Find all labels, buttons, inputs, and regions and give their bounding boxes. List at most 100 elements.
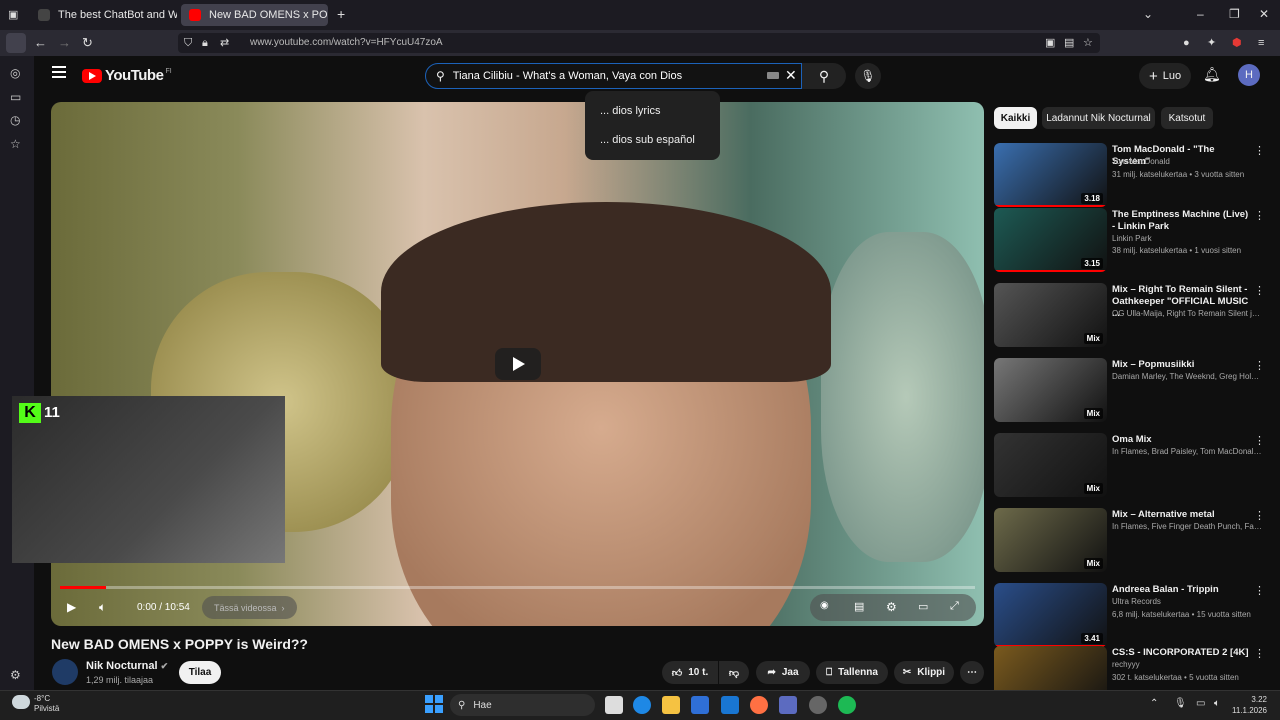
clear-search-icon[interactable]: ✕ (785, 67, 797, 84)
taskbar-clock[interactable]: 3.22 11.1.2026 (1232, 694, 1267, 716)
file-explorer-icon[interactable] (662, 696, 680, 714)
voice-search-button[interactable]: 🎙︎ (855, 63, 881, 89)
minimize-icon[interactable]: – (1197, 7, 1204, 21)
rec-channel[interactable]: Ultra Records (1112, 597, 1262, 606)
chip-uploaded-by[interactable]: Ladannut Nik Nocturnal (1042, 107, 1155, 129)
big-play-button[interactable] (495, 348, 541, 380)
rec-more-icon[interactable]: ⋮ (1254, 359, 1265, 372)
network-icon[interactable]: ▭ (1196, 698, 1205, 709)
lock-icon[interactable]: 🔒︎ (202, 35, 208, 51)
new-tab-icon[interactable]: + (337, 6, 345, 22)
play-icon[interactable]: ▶ (67, 600, 76, 614)
rec-thumbnail[interactable]: Mix (994, 283, 1107, 347)
bookmarks-icon[interactable]: ☆ (10, 137, 21, 151)
rec-thumbnail[interactable]: 3.15 (994, 208, 1107, 272)
task-view-icon[interactable] (605, 696, 623, 714)
rec-title[interactable]: Oma Mix (1112, 434, 1252, 446)
ai-chatbot-icon[interactable]: ◎ (10, 66, 20, 80)
like-button[interactable]: 👍︎ 10 t. (662, 661, 718, 684)
suggestion-item[interactable]: ... dios sub español (600, 134, 695, 146)
back-icon[interactable]: ← (34, 35, 47, 51)
chapter-button[interactable]: Tässä videossa › (202, 596, 297, 619)
firefox-icon[interactable] (750, 696, 768, 714)
rec-more-icon[interactable]: ⋮ (1254, 144, 1265, 157)
spotify-icon[interactable] (838, 696, 856, 714)
rec-channel[interactable]: OG Ulla-Maija, Right To Remain Silent ja… (1112, 309, 1262, 318)
teams-icon[interactable] (779, 696, 797, 714)
suggestion-item[interactable]: ... dios lyrics (600, 105, 661, 117)
progress-bar[interactable] (60, 586, 975, 589)
tray-chevron-icon[interactable]: ⌃ (1150, 698, 1158, 709)
rec-title[interactable]: Andreea Balan - Trippin (1112, 584, 1252, 596)
extensions-icon[interactable]: ✦ (1207, 35, 1216, 51)
theater-mode-icon[interactable]: ▭ (918, 600, 928, 613)
close-window-icon[interactable]: ✕ (1259, 7, 1269, 21)
rec-thumbnail[interactable]: Mix (994, 433, 1107, 497)
subscribe-button[interactable]: Tilaa (179, 661, 221, 684)
rec-thumbnail[interactable]: 3.18 (994, 143, 1107, 207)
tab-youtube[interactable]: New BAD OMENS x POPPY is W ✕ (181, 4, 328, 26)
rec-channel[interactable]: In Flames, Five Finger Death Punch, Fall… (1112, 522, 1262, 531)
chip-all[interactable]: Kaikki (994, 107, 1037, 129)
app-menu-icon[interactable]: ≡ (1258, 35, 1264, 51)
taskbar-search[interactable]: ⚲ Hae (450, 694, 595, 716)
search-button[interactable]: ⚲ (802, 63, 846, 89)
edge-icon[interactable] (633, 696, 651, 714)
search-box[interactable]: ⚲ Tiana Cilibiu - What's a Woman, Vaya c… (425, 63, 802, 89)
extension-s-icon[interactable]: ● (1183, 35, 1190, 51)
rec-more-icon[interactable]: ⋮ (1254, 584, 1265, 597)
volume-icon[interactable]: 🔈︎ (99, 600, 106, 615)
rec-more-icon[interactable]: ⋮ (1254, 509, 1265, 522)
url-text[interactable]: www.youtube.com/watch?v=HFYcuU47zoA (250, 37, 443, 48)
weather-widget[interactable]: -8°C Pilvistä (34, 694, 59, 714)
weather-cloud-icon[interactable] (12, 695, 30, 709)
search-input[interactable]: Tiana Cilibiu - What's a Woman, Vaya con… (453, 70, 682, 82)
permissions-icon[interactable]: ⇄ (220, 35, 229, 51)
rec-title[interactable]: Mix – Alternative metal (1112, 509, 1252, 521)
chip-watched[interactable]: Katsotut (1161, 107, 1213, 129)
tab-chatbot[interactable]: The best ChatBot and Wid ✕ (30, 4, 177, 26)
rec-title[interactable]: CS:S - INCORPORATED 2 [4K] (1112, 647, 1252, 659)
channel-name[interactable]: Nik Nocturnal ✔ (86, 660, 168, 672)
more-actions-icon[interactable]: ⋯ (960, 661, 984, 684)
shield-icon[interactable]: ⛉ (184, 35, 192, 51)
mail-icon[interactable] (721, 696, 739, 714)
history-icon[interactable]: ◷ (10, 113, 20, 127)
tab-dropdown-icon[interactable]: ⌄ (1143, 7, 1153, 21)
rec-thumbnail[interactable]: Mix (994, 508, 1107, 572)
account-avatar[interactable]: H (1238, 64, 1260, 86)
bookmark-star-icon[interactable]: ☆ (1083, 35, 1093, 51)
rec-title[interactable]: The Emptiness Machine (Live) - Linkin Pa… (1112, 209, 1252, 233)
settings-gear-icon[interactable]: ⚙ (886, 600, 897, 614)
volume-tray-icon[interactable]: 🔈︎ (1214, 698, 1220, 709)
sidebar-toggle-icon[interactable] (6, 33, 26, 53)
rec-channel[interactable]: Linkin Park (1112, 234, 1262, 243)
channel-avatar[interactable] (52, 659, 78, 685)
tray-mic-icon[interactable]: 🎙︎ (1174, 698, 1187, 709)
rec-more-icon[interactable]: ⋮ (1254, 647, 1265, 660)
rec-more-icon[interactable]: ⋮ (1254, 434, 1265, 447)
youtube-logo[interactable]: YouTube FI (82, 67, 172, 84)
create-button[interactable]: + Luo (1139, 63, 1191, 89)
screenshot-icon[interactable]: ▣ (1045, 35, 1055, 51)
tab-list-icon[interactable]: ▣ (8, 8, 18, 21)
clip-button[interactable]: ✂ Klippi (894, 661, 954, 684)
reload-icon[interactable]: ↻ (82, 35, 93, 51)
rec-title[interactable]: Mix – Popmusiikki (1112, 359, 1252, 371)
sidebar-settings-icon[interactable]: ⚙ (10, 668, 21, 682)
rec-thumbnail[interactable]: 3.41 (994, 583, 1107, 647)
autoplay-toggle-icon[interactable]: ◉ (820, 600, 829, 611)
rec-thumbnail[interactable]: Mix (994, 358, 1107, 422)
rec-channel[interactable]: Tom MacDonald (1112, 157, 1262, 166)
share-button[interactable]: ➦ Jaa (756, 661, 810, 684)
adblock-icon[interactable]: ⬢ (1232, 35, 1242, 51)
synced-tabs-icon[interactable]: ▭ (10, 90, 21, 104)
rec-channel[interactable]: In Flames, Brad Paisley, Tom MacDonald..… (1112, 447, 1262, 456)
keyboard-icon[interactable] (767, 72, 779, 79)
subtitles-icon[interactable]: ▤ (854, 600, 864, 613)
notifications-bell-icon[interactable]: 🔔︎ (1203, 66, 1221, 83)
reader-view-icon[interactable]: ▤ (1064, 35, 1074, 51)
restore-icon[interactable]: ❐ (1229, 7, 1240, 21)
windows-start-icon[interactable] (425, 695, 443, 713)
hamburger-menu-icon[interactable] (52, 66, 66, 81)
